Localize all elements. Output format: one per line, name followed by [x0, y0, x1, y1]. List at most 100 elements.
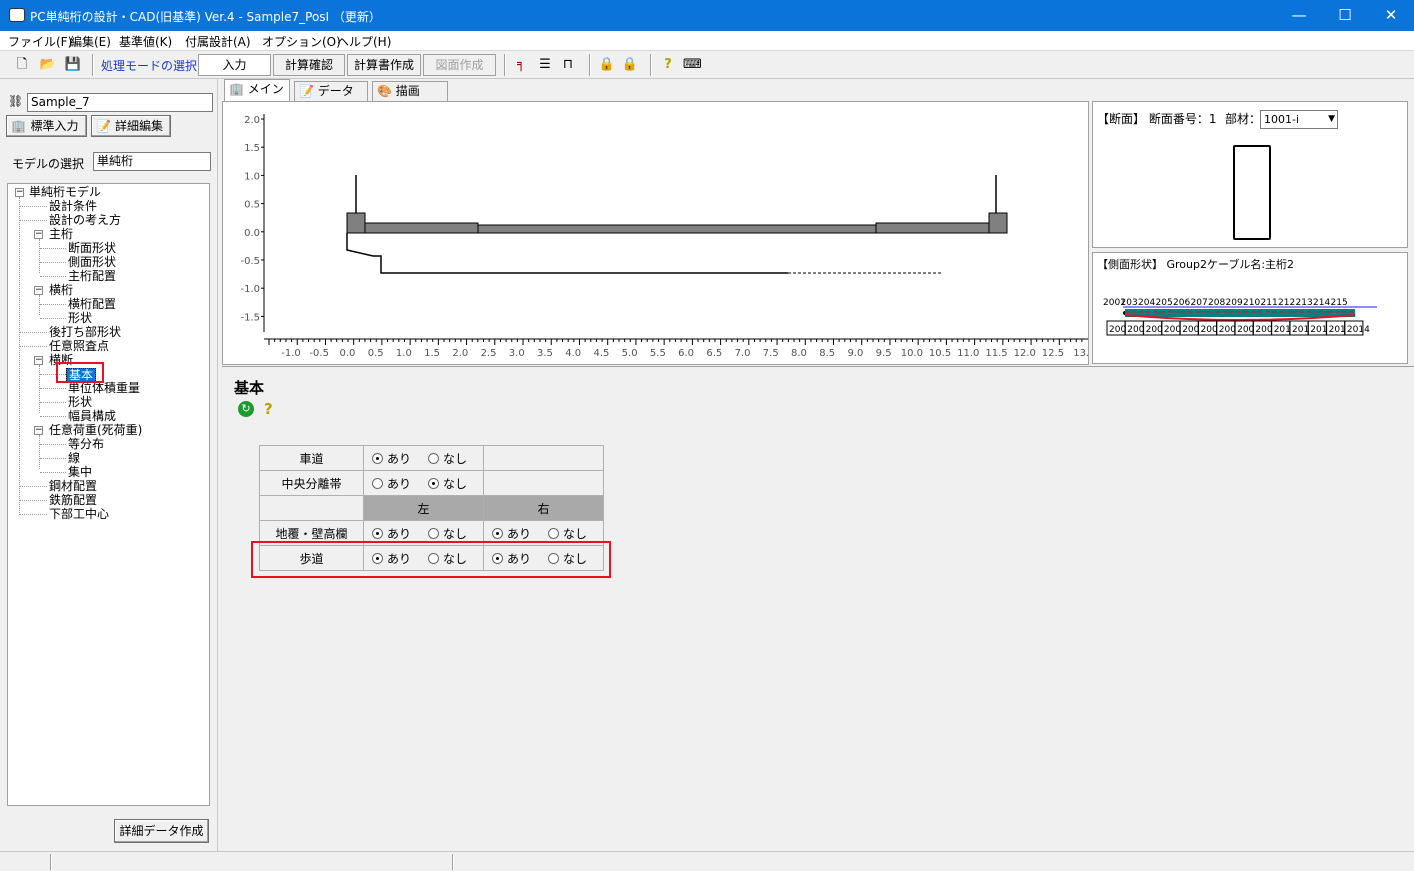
input-mode-button[interactable]: 入力: [198, 54, 271, 76]
detail-edit-button[interactable]: 📝 詳細編集: [91, 115, 171, 137]
tree-line: [20, 206, 47, 207]
tree-toggle[interactable]: −: [34, 230, 43, 239]
x-tick-label: 13.: [1073, 348, 1089, 359]
calc-check-button[interactable]: 計算確認: [273, 54, 345, 76]
tree-item-width-config[interactable]: 幅員構成: [68, 410, 116, 423]
tree-item-root[interactable]: 単純桁モデル: [29, 186, 101, 199]
menu-file[interactable]: ファイル(F): [8, 33, 72, 50]
report-create-button[interactable]: 計算書作成: [347, 54, 421, 76]
menu-standards[interactable]: 基準値(K): [119, 33, 172, 50]
tab-data[interactable]: 📝 データ: [294, 81, 368, 101]
tree-line: [40, 444, 66, 445]
radio-selected-icon: [492, 527, 503, 539]
tree-item-cross-beam-shape[interactable]: 形状: [68, 312, 92, 325]
empty-cell: [483, 470, 604, 496]
tree-item-girder-layout[interactable]: 主桁配置: [68, 270, 116, 283]
tree-line: [20, 346, 47, 347]
tree-line: [39, 435, 40, 469]
tree-item-arbitrary-load[interactable]: 任意荷重(死荷重): [49, 424, 142, 437]
lock-red-icon[interactable]: 🔒: [621, 56, 639, 74]
tree-line: [39, 239, 40, 273]
tree-item-substructure[interactable]: 下部工中心: [49, 508, 109, 521]
tree-item-arbitrary-point[interactable]: 任意照査点: [49, 340, 109, 353]
tree-item-unit-weight[interactable]: 単位体積重量: [68, 382, 140, 395]
refresh-icon[interactable]: ↻: [238, 401, 254, 417]
open-folder-icon[interactable]: 📂: [39, 56, 57, 74]
tree-item-distributed[interactable]: 等分布: [68, 438, 104, 451]
y-tick-label: 1.5: [244, 143, 260, 154]
section-shape: [1233, 145, 1271, 240]
pane-divider[interactable]: [222, 366, 1414, 370]
tree-toggle[interactable]: −: [34, 286, 43, 295]
tree-toggle[interactable]: −: [34, 426, 43, 435]
maximize-button[interactable]: ☐: [1322, 0, 1368, 31]
x-tick-label: 3.0: [509, 348, 525, 359]
curb-right-no-radio[interactable]: なし: [548, 525, 596, 542]
file-name-field[interactable]: Sample_7: [27, 93, 213, 112]
minimize-button[interactable]: —: [1276, 0, 1322, 31]
toolbar-separator: [504, 54, 506, 76]
tree-item-line[interactable]: 線: [68, 452, 80, 465]
x-tick-label: 8.5: [819, 348, 835, 359]
tab-drawing[interactable]: 🎨 描画: [372, 81, 448, 101]
new-file-icon[interactable]: 🗋: [13, 56, 31, 74]
tree-toggle[interactable]: −: [34, 356, 43, 365]
beam-section-icon[interactable]: ╕: [512, 56, 530, 74]
menu-help[interactable]: ヘルプ(H): [337, 33, 391, 50]
x-tick-label: -0.5: [309, 348, 329, 359]
standard-input-button[interactable]: 🏢 標準入力: [6, 115, 87, 137]
tree-item-concentrated[interactable]: 集中: [68, 466, 92, 479]
save-icon[interactable]: 💾: [64, 56, 82, 74]
tree-item-cross-beam-layout[interactable]: 横桁配置: [68, 298, 116, 311]
median-yes-radio[interactable]: あり: [372, 475, 420, 492]
roadway-yes-radio[interactable]: あり: [372, 450, 420, 467]
drawing-create-button[interactable]: 図面作成: [423, 54, 496, 76]
layers-icon[interactable]: ☰: [536, 56, 554, 74]
tree-item-cs-shape[interactable]: 形状: [68, 396, 92, 409]
keyboard-icon[interactable]: ⌨: [683, 56, 702, 74]
tree-item-steel-layout[interactable]: 鋼材配置: [49, 480, 97, 493]
lock-blue-icon[interactable]: 🔒: [598, 56, 616, 74]
y-tick-label: 0.0: [244, 228, 260, 239]
tree-toggle[interactable]: −: [15, 188, 24, 197]
member-select[interactable]: 1001-i ▼: [1260, 110, 1338, 129]
tree-line: [19, 197, 20, 515]
menu-options[interactable]: オプション(O): [262, 33, 341, 50]
curb-right-yes-label: あり: [507, 526, 532, 541]
tree-line: [40, 472, 66, 473]
right-sidewalk: [875, 222, 990, 234]
x-tick-label: 7.5: [763, 348, 779, 359]
roadway-no-label: なし: [443, 451, 468, 466]
app-icon[interactable]: [9, 8, 25, 22]
help-icon[interactable]: ?: [659, 56, 677, 74]
tree-item-rebar-layout[interactable]: 鉄筋配置: [49, 494, 97, 507]
x-tick-label: 11.5: [985, 348, 1007, 359]
tree-item-design-philosophy[interactable]: 設計の考え方: [49, 214, 121, 227]
close-button[interactable]: ✕: [1368, 0, 1414, 31]
tree-item-post-cast[interactable]: 後打ち部形状: [49, 326, 121, 339]
help-icon[interactable]: ?: [264, 400, 273, 418]
median-no-radio[interactable]: なし: [428, 475, 476, 492]
frame-icon[interactable]: ⊓: [559, 56, 577, 74]
x-tick-label: 0.0: [339, 348, 355, 359]
curb-left-no-radio[interactable]: なし: [428, 525, 476, 542]
roadway-no-radio[interactable]: なし: [428, 450, 476, 467]
tree-item-cross-beam[interactable]: 横桁: [49, 284, 73, 297]
cross-section-graph[interactable]: 2.0 1.5 1.0 0.5 0.0 -0.5 -1.0 -1.5 -1.0 -0.5 0.0 0…: [222, 101, 1089, 365]
detail-data-button[interactable]: 詳細データ作成: [114, 819, 209, 843]
curb-right-yes-radio[interactable]: あり: [492, 525, 540, 542]
tree-item-side-shape[interactable]: 側面形状: [68, 256, 116, 269]
x-tick-label: 12.5: [1042, 348, 1064, 359]
curb-left-no-label: なし: [443, 526, 468, 541]
tab-main[interactable]: 🏢 メイン: [224, 79, 290, 101]
tree-item-design-conditions[interactable]: 設計条件: [49, 200, 97, 213]
curb-left-yes-radio[interactable]: あり: [372, 525, 420, 542]
chevron-down-icon[interactable]: ▼: [1328, 111, 1335, 128]
menu-edit[interactable]: 編集(E): [70, 33, 111, 50]
menu-attached-design[interactable]: 付属設計(A): [185, 33, 251, 50]
tree-line: [20, 220, 47, 221]
x-tick-label: 7.0: [735, 348, 751, 359]
model-select-field[interactable]: 単純桁: [93, 152, 211, 171]
tree-item-section-shape[interactable]: 断面形状: [68, 242, 116, 255]
tree-item-main-girder[interactable]: 主桁: [49, 228, 73, 241]
